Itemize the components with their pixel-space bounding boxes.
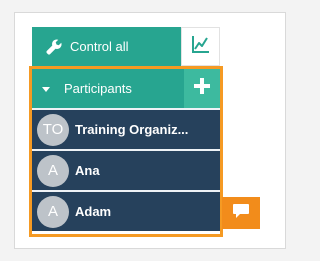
control-row: Control all	[32, 27, 220, 66]
avatar: TO	[37, 113, 69, 146]
control-all-label: Control all	[70, 39, 129, 54]
wrench-icon	[44, 37, 64, 57]
line-chart-icon	[191, 34, 211, 59]
participant-name: Training Organiz...	[75, 122, 189, 137]
avatar: A	[37, 154, 69, 187]
avatar: A	[37, 195, 69, 228]
add-participant-button[interactable]	[184, 69, 220, 108]
participant-name: Adam	[75, 204, 112, 219]
control-panel: Control all	[32, 27, 220, 66]
chat-bubble-icon	[232, 203, 250, 224]
participant-name: Ana	[75, 163, 100, 178]
participants-panel: Participants TO Training Organiz... A An…	[29, 66, 223, 237]
participants-header: Participants	[32, 69, 220, 108]
participants-label: Participants	[64, 81, 132, 96]
control-all-button[interactable]: Control all	[32, 27, 181, 66]
chat-button[interactable]	[222, 197, 260, 229]
participant-item[interactable]: A Ana	[32, 149, 220, 190]
caret-down-icon	[42, 86, 50, 92]
statistics-button[interactable]	[181, 27, 220, 66]
participant-item[interactable]: A Adam	[32, 190, 220, 231]
participant-item[interactable]: TO Training Organiz...	[32, 108, 220, 149]
participants-toggle[interactable]: Participants	[32, 69, 184, 108]
plus-icon	[193, 77, 211, 100]
